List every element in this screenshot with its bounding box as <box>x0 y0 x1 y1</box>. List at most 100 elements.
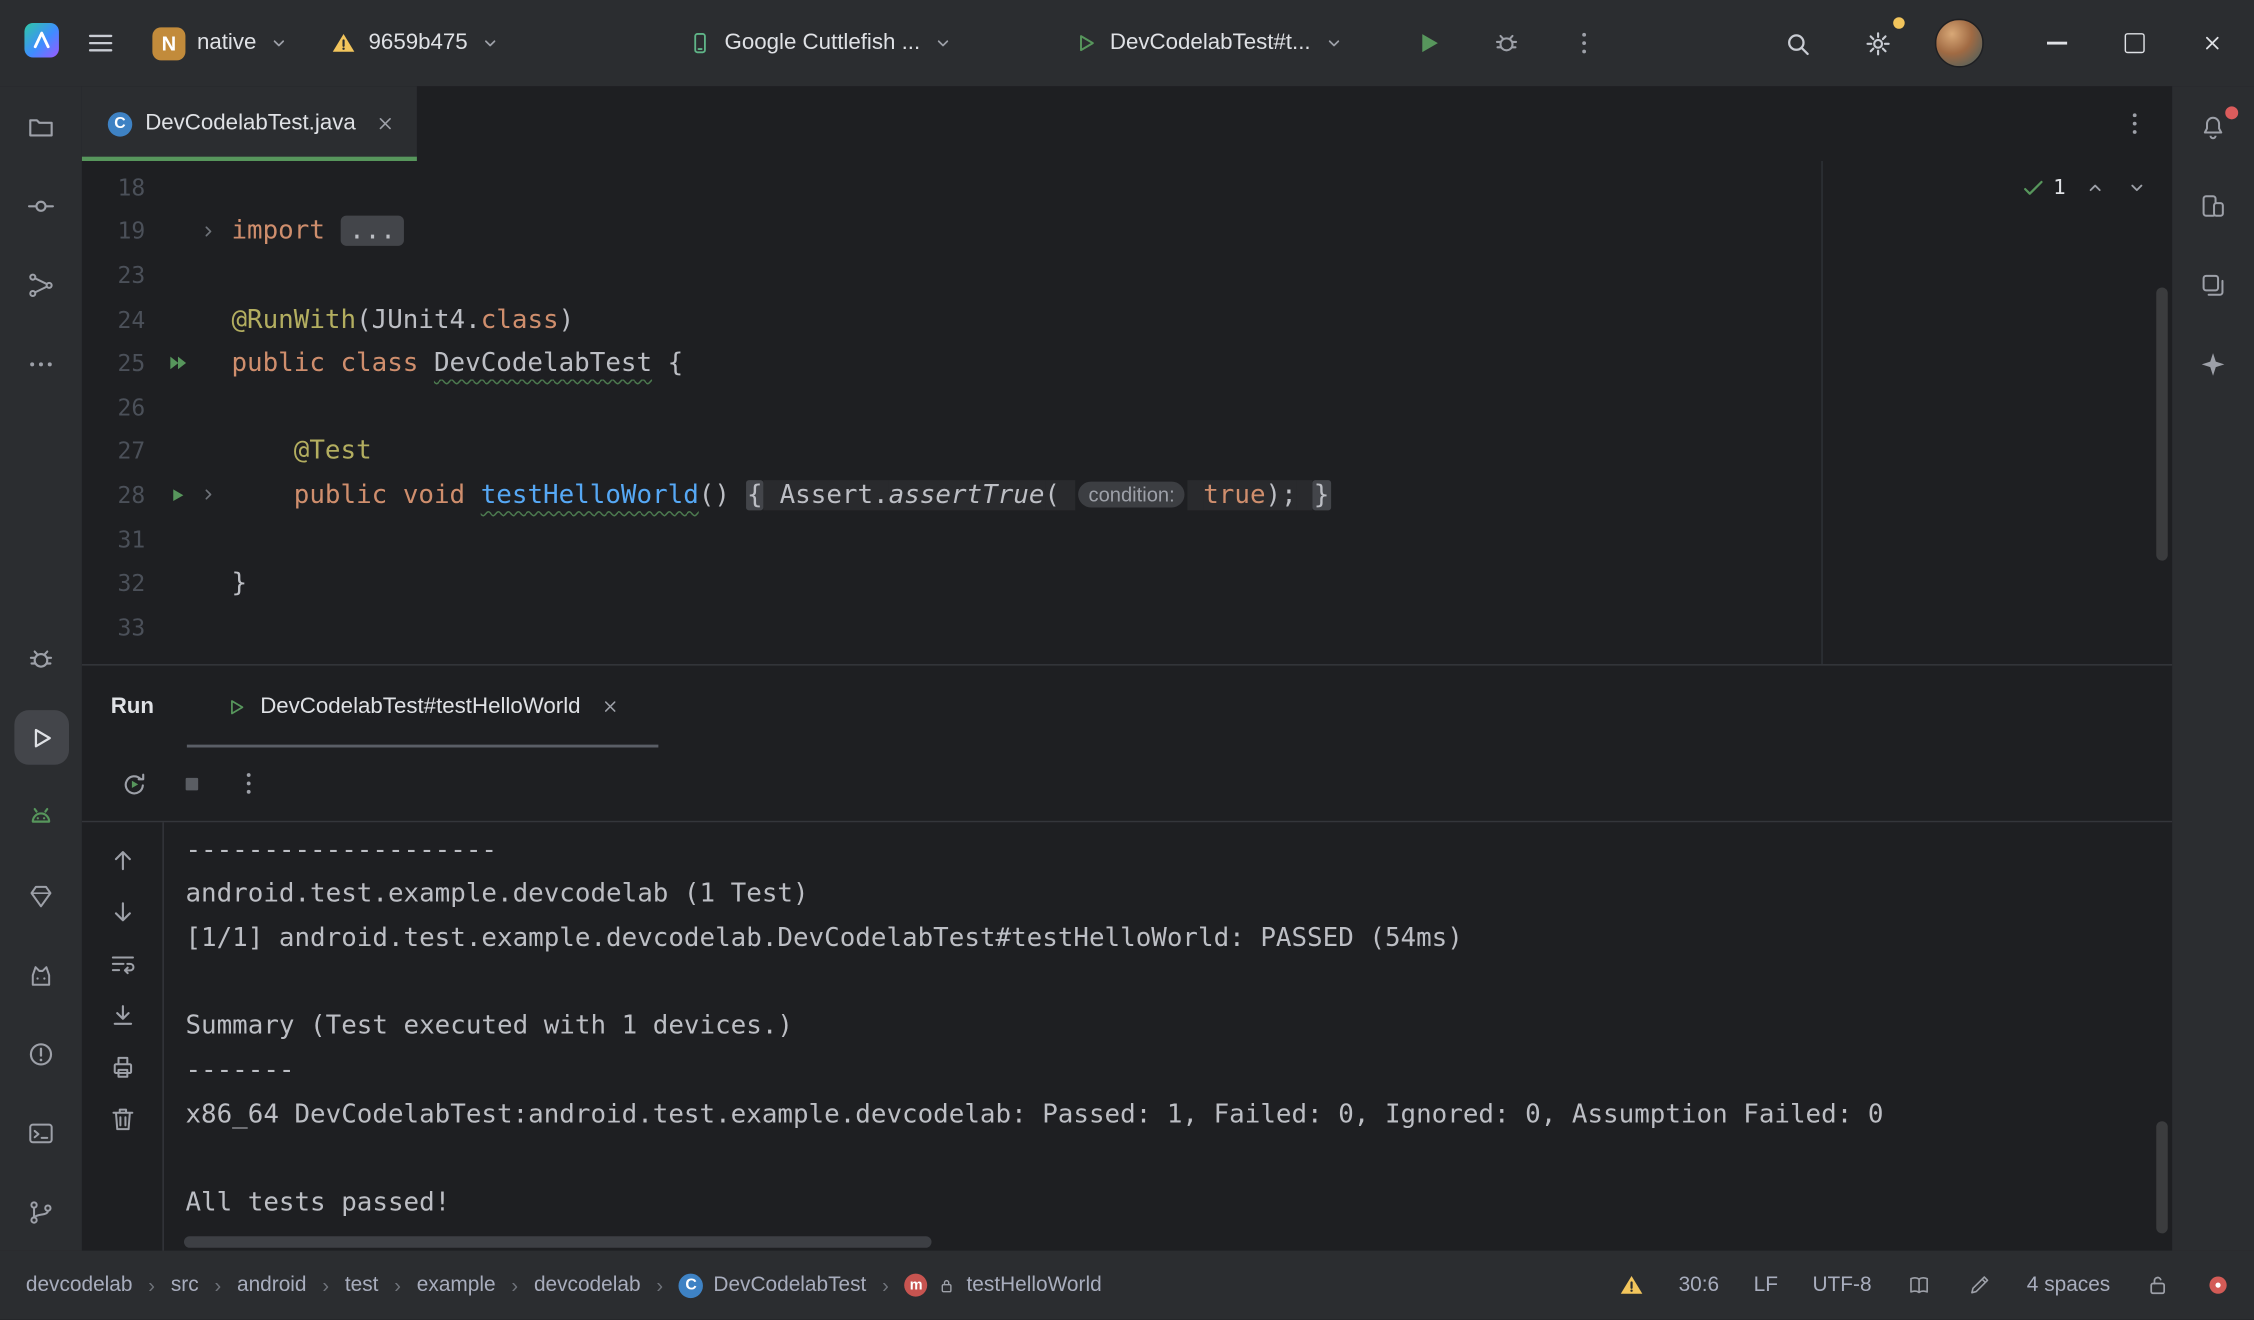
next-occurrence-button[interactable] <box>101 897 144 926</box>
file-encoding[interactable]: UTF-8 <box>1812 1274 1871 1297</box>
project-tool-button[interactable] <box>15 106 67 146</box>
more-actions-button[interactable] <box>1561 20 1607 66</box>
fold-icon[interactable] <box>194 218 221 244</box>
line-number: 28 <box>82 481 145 508</box>
breadcrumb-separator: › <box>394 1274 401 1297</box>
indent-style[interactable]: 4 spaces <box>2027 1274 2110 1297</box>
editor-tab-bar: C DevCodelabTest.java <box>82 86 2172 161</box>
breadcrumb-separator: › <box>214 1274 221 1297</box>
tests-passed-check-icon <box>2022 175 2046 199</box>
inspections-widget[interactable]: 1 <box>2022 175 2150 199</box>
run-tab-devcodelabtest[interactable]: DevCodelabTest#testHelloWorld <box>187 666 658 748</box>
notifications-button[interactable] <box>2187 106 2239 146</box>
clear-console-button[interactable] <box>101 1104 144 1133</box>
breadcrumb-item[interactable]: devcodelab <box>534 1274 641 1297</box>
prev-occurrence-button[interactable] <box>101 845 144 874</box>
scroll-to-end-button[interactable] <box>101 1001 144 1030</box>
cursor-position[interactable]: 30:6 <box>1679 1274 1720 1297</box>
project-selector[interactable]: N native <box>141 19 303 66</box>
stop-button[interactable] <box>178 770 205 797</box>
debug-tool-button[interactable] <box>15 638 67 678</box>
previous-problem-icon[interactable] <box>2083 175 2107 199</box>
fold-icon[interactable] <box>194 482 221 508</box>
run-button[interactable] <box>1405 20 1451 66</box>
console-line: ------- <box>185 1050 2172 1094</box>
margin-guide <box>1821 161 1822 664</box>
console-line: android.test.example.devcodelab (1 Test) <box>185 873 2172 917</box>
user-avatar[interactable] <box>1935 19 1984 68</box>
statusbar-right: 30:6 LF UTF-8 4 spaces <box>1618 1272 2231 1298</box>
gemini-tool-button[interactable] <box>2187 344 2239 384</box>
code-line-31: 31 <box>82 517 2172 561</box>
device-selector[interactable]: Google Cuttlefish ... <box>676 23 967 63</box>
close-window-button[interactable] <box>2191 22 2234 65</box>
code-line-23: 23 <box>82 253 2172 297</box>
run-config-name: DevCodelabTest#t... <box>1110 30 1311 56</box>
error-indicator[interactable] <box>2205 1272 2231 1298</box>
run-panel-more-button[interactable] <box>234 769 263 798</box>
debug-button[interactable] <box>1483 20 1529 66</box>
breadcrumb-item[interactable]: mtestHelloWorld <box>905 1274 1102 1297</box>
console-horizontal-scrollbar[interactable] <box>184 1236 932 1248</box>
run-gutter-icon[interactable] <box>160 350 195 376</box>
tab-options-button[interactable] <box>2120 109 2149 138</box>
device-manager-tool-button[interactable] <box>2187 185 2239 225</box>
write-access-toggle[interactable] <box>2145 1272 2171 1298</box>
commit-tool-button[interactable] <box>15 185 67 225</box>
run-config-play-icon <box>1073 30 1099 56</box>
branch-selector[interactable]: 9659b475 <box>320 23 514 63</box>
breadcrumb-separator: › <box>656 1274 663 1297</box>
run-gutter-icon[interactable] <box>160 482 195 508</box>
reader-mode-toggle[interactable] <box>1906 1272 1932 1298</box>
method-icon: m <box>905 1274 928 1297</box>
build-variants-tool-button[interactable] <box>2187 265 2239 305</box>
settings-button[interactable] <box>1854 20 1900 66</box>
left-bar-top <box>0 86 82 422</box>
close-run-tab-icon[interactable] <box>599 696 621 718</box>
highlighting-level[interactable] <box>1966 1272 1992 1298</box>
terminal-tool-button[interactable] <box>15 1113 67 1153</box>
inspection-status[interactable]: 1 <box>2022 175 2066 199</box>
soft-wrap-button[interactable] <box>101 949 144 978</box>
tab-title: DevCodelabTest.java <box>145 111 356 137</box>
breadcrumb-item[interactable]: android <box>237 1274 307 1297</box>
app-quality-insights-tool-button[interactable] <box>15 875 67 915</box>
search-everywhere-button[interactable] <box>1774 20 1820 66</box>
line-number: 18 <box>82 174 145 201</box>
console-lines: x86_64 DevCodelabTest:------------------… <box>185 822 2172 1226</box>
console-vertical-scrollbar[interactable] <box>2156 1121 2168 1233</box>
logcat-tool-button[interactable] <box>15 955 67 995</box>
chevron-down-icon <box>932 32 955 55</box>
structure-tool-button[interactable] <box>15 265 67 305</box>
code-editor[interactable]: 1819import ...2324@RunWith(JUnit4.class)… <box>82 161 2172 664</box>
editor-scrollbar[interactable] <box>2156 288 2168 561</box>
maximize-button[interactable] <box>2113 22 2156 65</box>
run-tool-button[interactable] <box>14 710 69 765</box>
main-menu-button[interactable] <box>78 20 124 66</box>
minimize-button[interactable] <box>2036 22 2079 65</box>
next-problem-icon[interactable] <box>2125 175 2149 199</box>
problems-tool-button[interactable] <box>15 1034 67 1074</box>
line-separator[interactable]: LF <box>1754 1274 1778 1297</box>
rerun-button[interactable] <box>119 768 149 798</box>
breadcrumb-item[interactable]: CDevCodelabTest <box>679 1273 866 1297</box>
tab-devcodelabtest-java[interactable]: C DevCodelabTest.java <box>82 86 418 161</box>
run-tab-play-icon <box>224 695 247 718</box>
print-button[interactable] <box>101 1052 144 1081</box>
run-panel-title: Run <box>111 694 154 720</box>
version-control-tool-button[interactable] <box>15 1192 67 1232</box>
code-line-26: 26 <box>82 385 2172 429</box>
console-output[interactable]: x86_64 DevCodelabTest:------------------… <box>164 822 2172 1252</box>
more-tool-windows-button[interactable] <box>15 344 67 384</box>
run-panel-toolbar <box>82 748 2172 820</box>
run-configuration-selector[interactable]: DevCodelabTest#t... <box>1061 23 1357 63</box>
close-tab-icon[interactable] <box>374 112 397 135</box>
breadcrumb-item[interactable]: example <box>417 1274 496 1297</box>
breadcrumb-item[interactable]: test <box>345 1274 379 1297</box>
console-line: x86_64 DevCodelabTest:android.test.examp… <box>185 1094 2172 1138</box>
breadcrumb-item[interactable]: devcodelab <box>26 1274 133 1297</box>
running-devices-tool-button[interactable] <box>15 796 67 836</box>
run-panel-body: x86_64 DevCodelabTest:------------------… <box>82 821 2172 1252</box>
warnings-indicator[interactable] <box>1618 1272 1644 1298</box>
breadcrumb-item[interactable]: src <box>171 1274 199 1297</box>
